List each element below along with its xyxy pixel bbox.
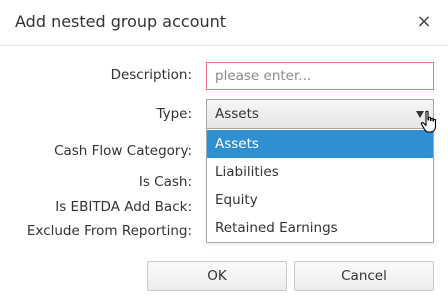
type-label: Type: (156, 106, 192, 122)
type-option-assets[interactable]: Assets (207, 130, 433, 158)
description-field[interactable] (206, 62, 434, 90)
type-dropdown-list: Assets Liabilities Equity Retained Earni… (206, 129, 434, 243)
description-input[interactable] (207, 63, 433, 89)
ok-button[interactable]: OK (147, 261, 287, 291)
is-ebitda-add-back-label: Is EBITDA Add Back: (55, 199, 192, 215)
add-nested-group-account-dialog: Add nested group account × Description: … (0, 0, 448, 308)
type-selected-value: Assets (215, 106, 259, 122)
type-option-equity[interactable]: Equity (207, 186, 433, 214)
description-label: Description: (110, 67, 192, 83)
is-cash-label: Is Cash: (138, 174, 192, 190)
hand-pointer-icon (420, 110, 437, 133)
type-select[interactable]: Assets (206, 99, 434, 129)
type-option-liabilities[interactable]: Liabilities (207, 158, 433, 186)
exclude-from-reporting-label: Exclude From Reporting: (26, 223, 192, 239)
cash-flow-category-label: Cash Flow Category: (54, 143, 192, 159)
dialog-title: Add nested group account (15, 12, 227, 31)
close-icon[interactable]: × (416, 12, 432, 32)
cancel-button[interactable]: Cancel (294, 261, 434, 291)
dialog-header: Add nested group account × (0, 0, 448, 46)
type-option-retained-earnings[interactable]: Retained Earnings (207, 214, 433, 242)
